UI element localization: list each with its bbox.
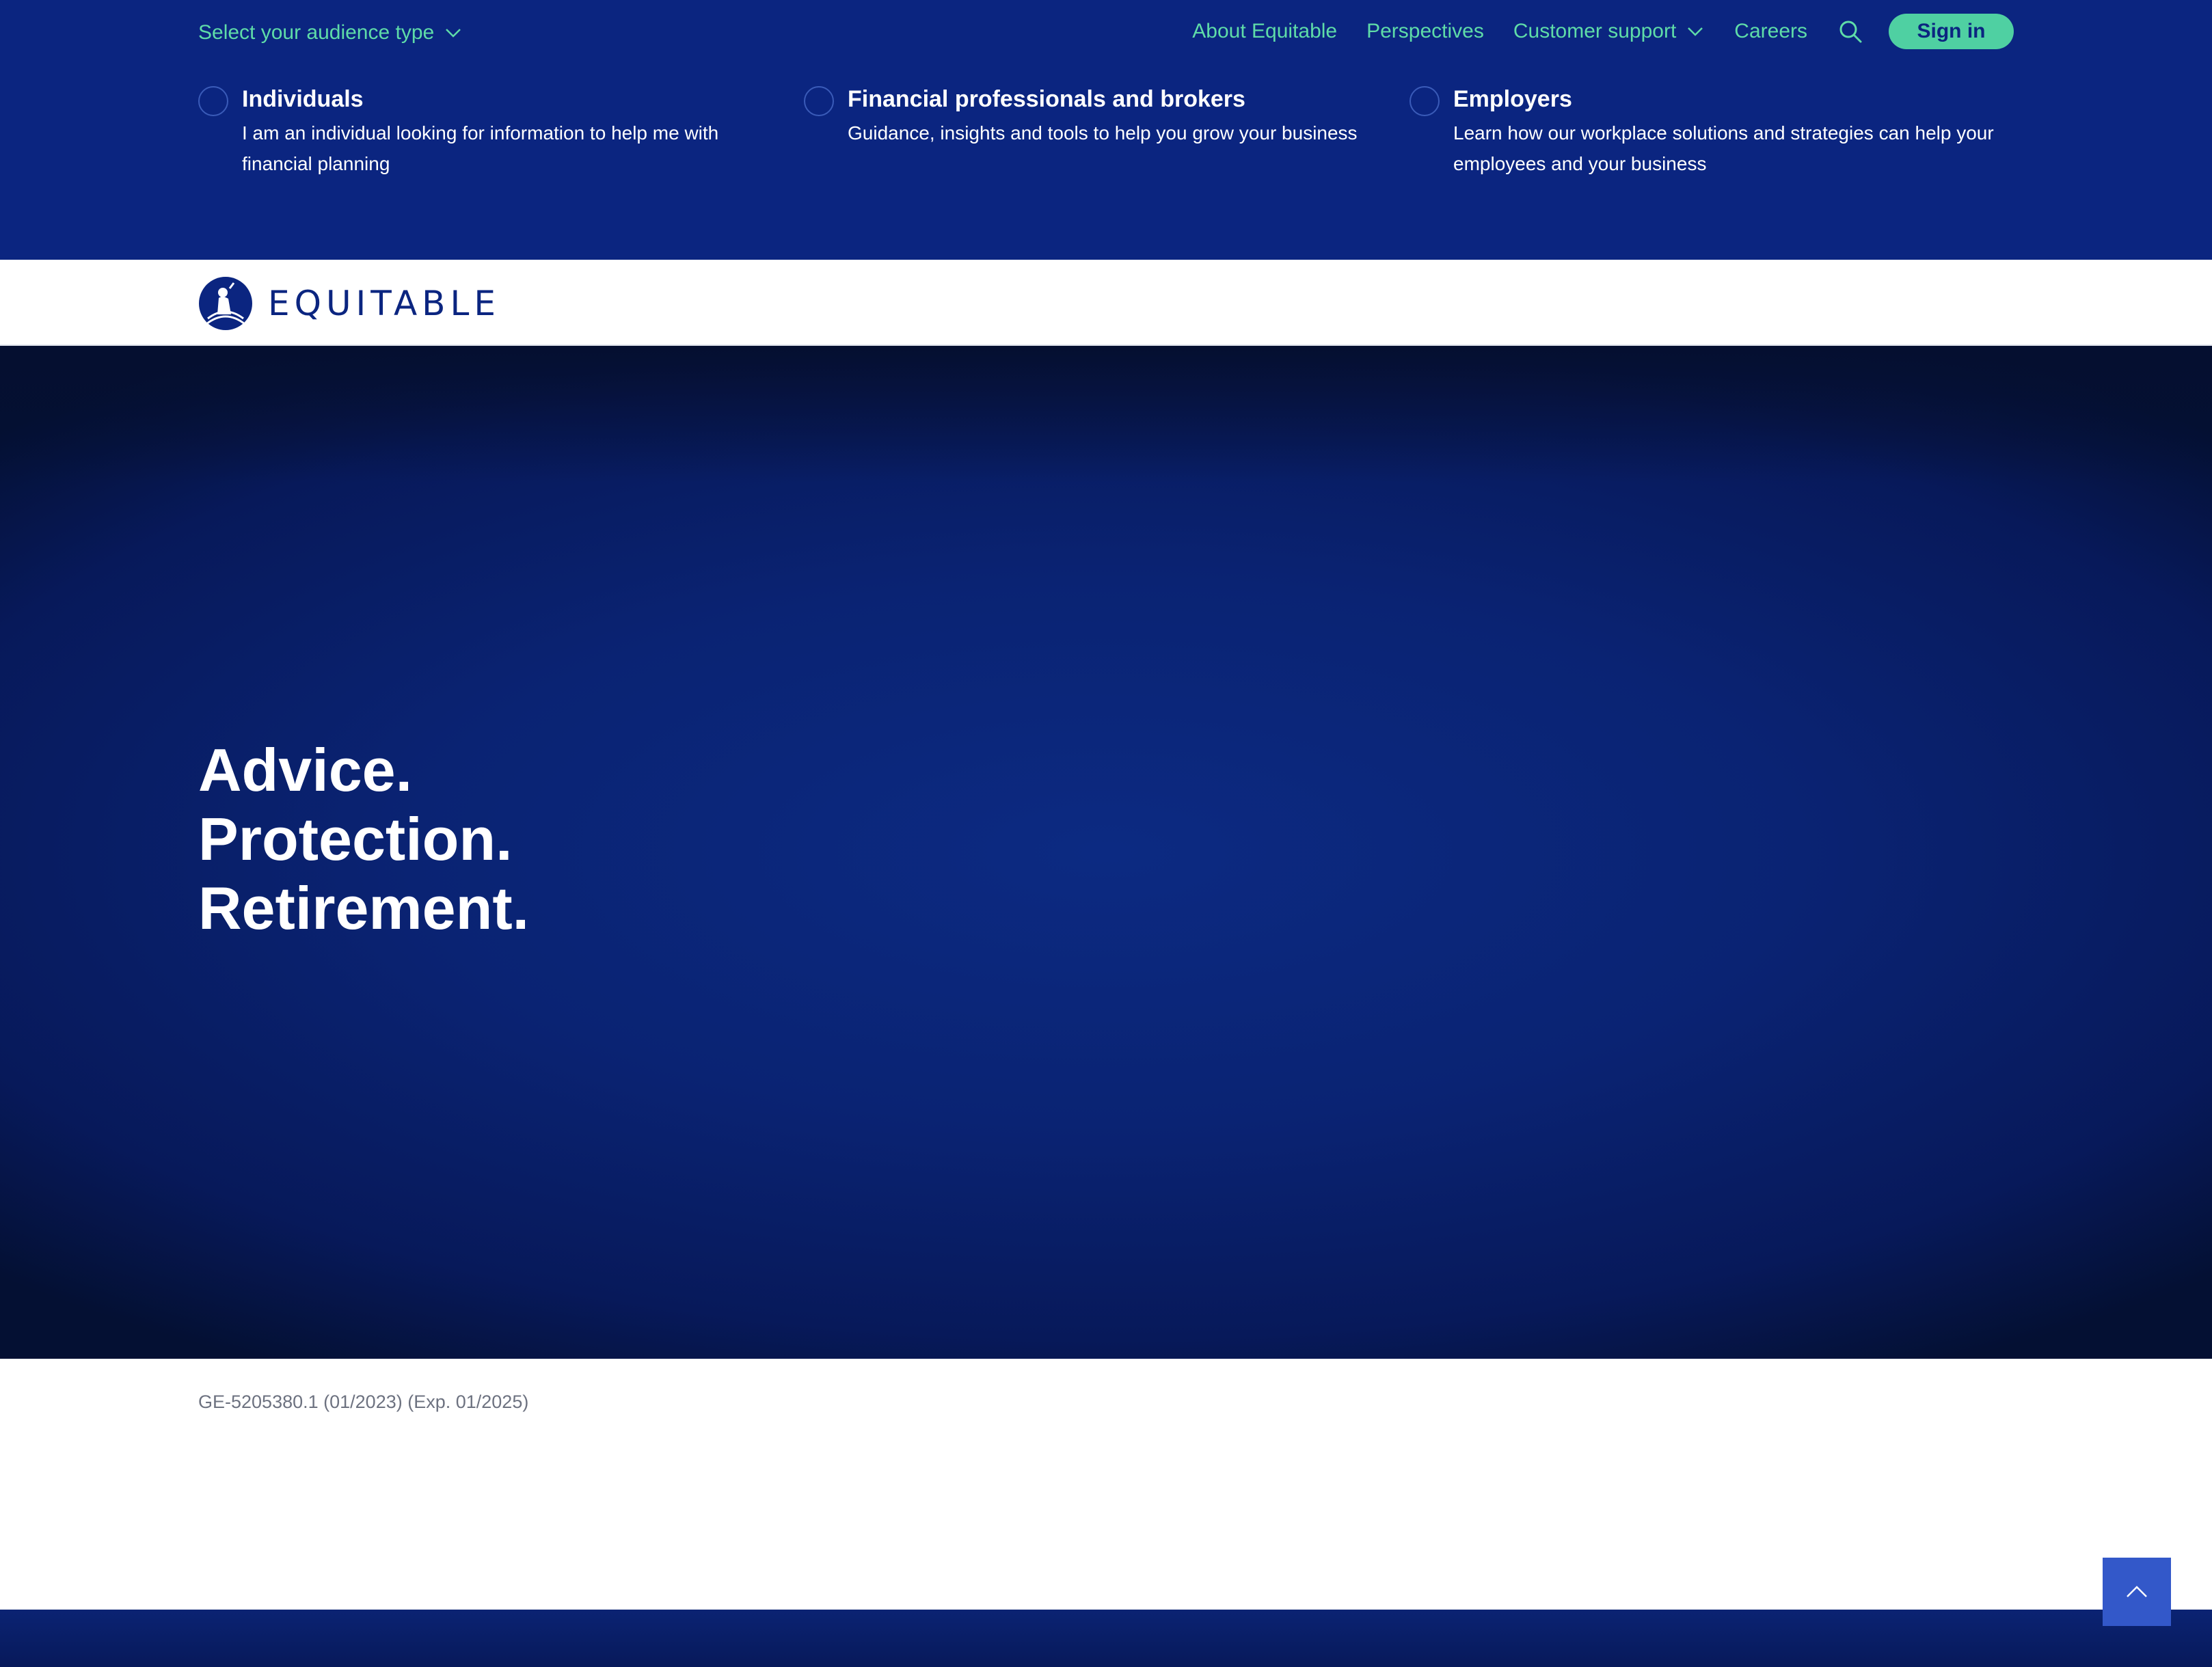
- hero-line-retirement: Retirement.: [198, 874, 530, 942]
- audience-option-title: Employers: [1453, 86, 1572, 112]
- equitable-emblem-icon: [199, 277, 252, 330]
- audience-option-description: Learn how our workplace solutions and st…: [1453, 122, 1994, 174]
- nav-customer-support-label: Customer support: [1513, 20, 1677, 42]
- radio-circle[interactable]: [1410, 86, 1440, 116]
- chevron-up-icon: [2127, 1586, 2147, 1597]
- audience-option-title: Individuals: [242, 86, 364, 112]
- radio-circle[interactable]: [198, 86, 228, 116]
- legal-code: GE-5205380.1 (01/2023) (Exp. 01/2025): [198, 1392, 529, 1412]
- audience-header: Select your audience type About Equitabl…: [0, 0, 2212, 260]
- hero-line-advice: Advice.: [198, 736, 413, 804]
- sign-in-button[interactable]: Sign in: [1889, 14, 2014, 49]
- nav-about-equitable[interactable]: About Equitable: [1192, 20, 1337, 43]
- chevron-down-icon: [1688, 27, 1703, 36]
- audience-type-toggle[interactable]: Select your audience type: [198, 18, 463, 48]
- hero-headline: Advice. Protection. Retirement.: [198, 735, 529, 943]
- back-to-top-button[interactable]: [2103, 1558, 2171, 1626]
- radio-circle[interactable]: [804, 86, 834, 116]
- audience-option-title: Financial professionals and brokers: [848, 86, 1245, 112]
- audience-toggle-label: Select your audience type: [198, 21, 435, 44]
- nav-customer-support[interactable]: Customer support: [1513, 20, 1705, 43]
- chevron-down-icon: [446, 29, 461, 38]
- logo-wordmark: EQUITABLE: [268, 284, 500, 323]
- brand-bar: EQUITABLE: [0, 260, 2212, 346]
- footer-strip: [0, 1610, 2212, 1667]
- audience-option-description: I am an individual looking for informati…: [242, 122, 719, 174]
- hero-top-shade: [0, 346, 2212, 483]
- nav-perspectives[interactable]: Perspectives: [1366, 20, 1484, 43]
- hero-banner: Advice. Protection. Retirement.: [0, 346, 2212, 1359]
- equitable-logo[interactable]: EQUITABLE: [198, 276, 500, 331]
- audience-option-description: Guidance, insights and tools to help you…: [848, 122, 1358, 144]
- utility-nav: Select your audience type About Equitabl…: [198, 14, 2014, 49]
- search-icon: [1839, 21, 1862, 43]
- nav-careers[interactable]: Careers: [1734, 20, 1807, 43]
- search-button[interactable]: [1837, 18, 1864, 45]
- hero-line-protection: Protection.: [198, 805, 513, 873]
- top-nav: About Equitable Perspectives Customer su…: [1192, 14, 2014, 49]
